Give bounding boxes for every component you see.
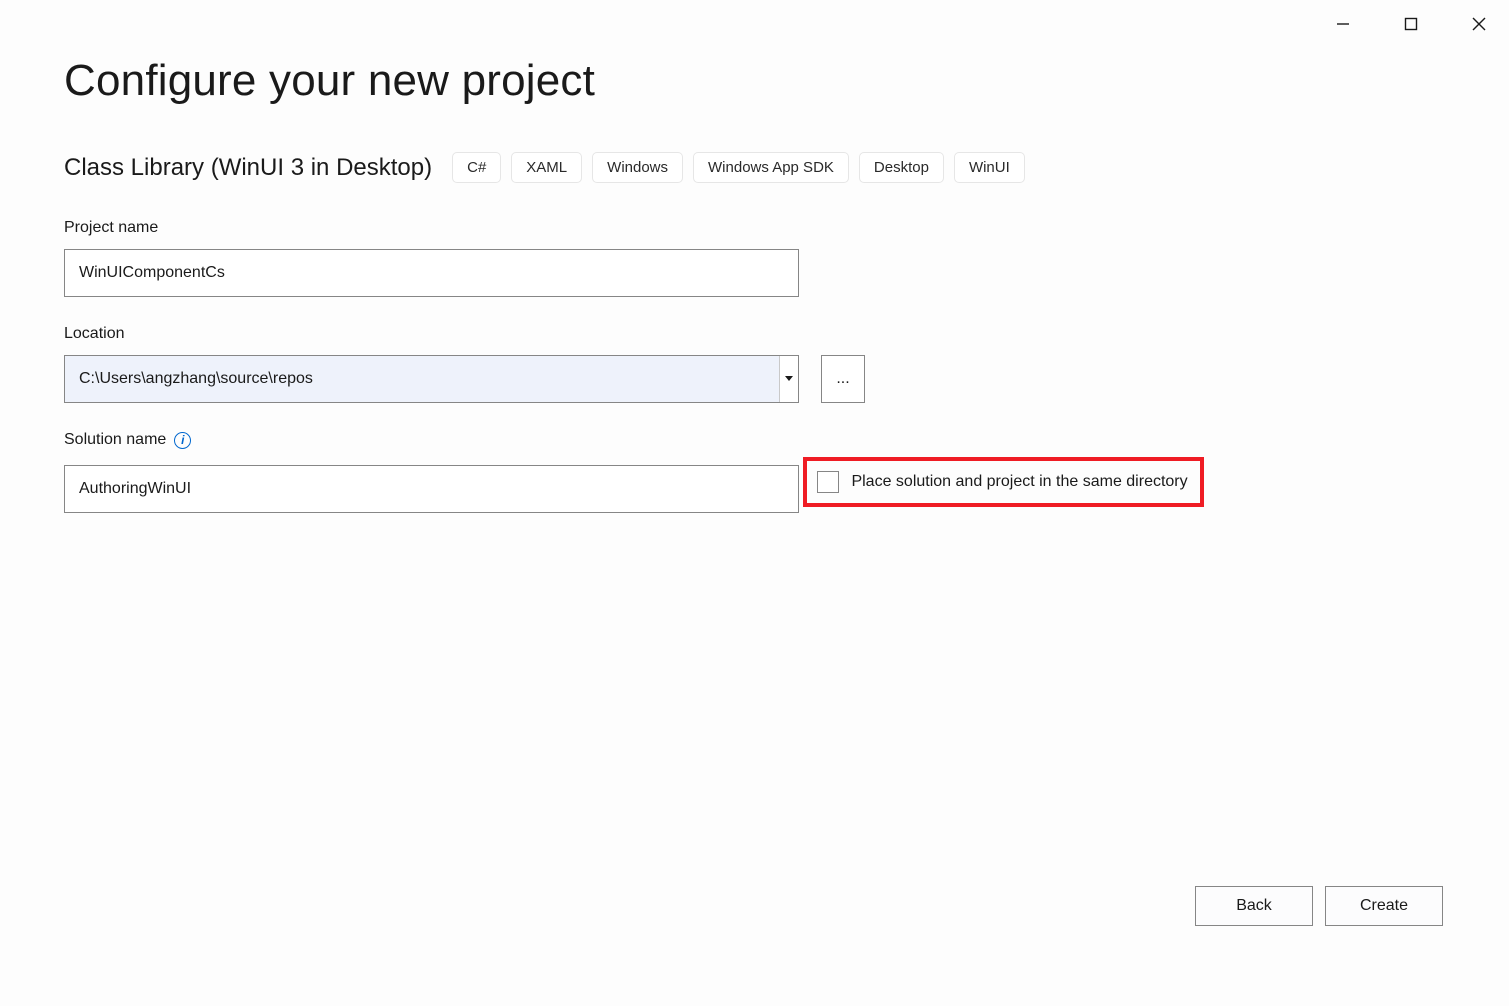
- solution-name-input[interactable]: [64, 465, 799, 513]
- close-button[interactable]: [1459, 8, 1499, 40]
- minimize-icon: [1336, 17, 1350, 31]
- project-name-label: Project name: [64, 219, 1445, 237]
- location-label: Location: [64, 325, 1445, 343]
- browse-location-button[interactable]: ...: [821, 355, 865, 403]
- template-tag: C#: [452, 152, 501, 183]
- info-icon[interactable]: i: [174, 432, 191, 449]
- location-dropdown-button[interactable]: [779, 356, 798, 402]
- minimize-button[interactable]: [1323, 8, 1363, 40]
- create-button[interactable]: Create: [1325, 886, 1443, 926]
- chevron-down-icon: [785, 376, 793, 382]
- template-tag: WinUI: [954, 152, 1025, 183]
- location-value: C:\Users\angzhang\source\repos: [65, 370, 779, 388]
- page-title: Configure your new project: [64, 56, 1445, 106]
- location-combobox[interactable]: C:\Users\angzhang\source\repos: [64, 355, 799, 403]
- maximize-icon: [1404, 17, 1418, 31]
- project-name-input[interactable]: [64, 249, 799, 297]
- template-name: Class Library (WinUI 3 in Desktop): [64, 154, 432, 182]
- maximize-button[interactable]: [1391, 8, 1431, 40]
- solution-name-label: Solution name: [64, 431, 166, 449]
- template-tag: XAML: [511, 152, 582, 183]
- template-tag: Windows: [592, 152, 683, 183]
- template-tag: Windows App SDK: [693, 152, 849, 183]
- same-directory-checkbox[interactable]: [817, 471, 839, 493]
- same-directory-label: Place solution and project in the same d…: [851, 473, 1187, 491]
- template-tag: Desktop: [859, 152, 944, 183]
- close-icon: [1471, 16, 1487, 32]
- highlighted-same-directory-option: Place solution and project in the same d…: [803, 457, 1203, 507]
- back-button[interactable]: Back: [1195, 886, 1313, 926]
